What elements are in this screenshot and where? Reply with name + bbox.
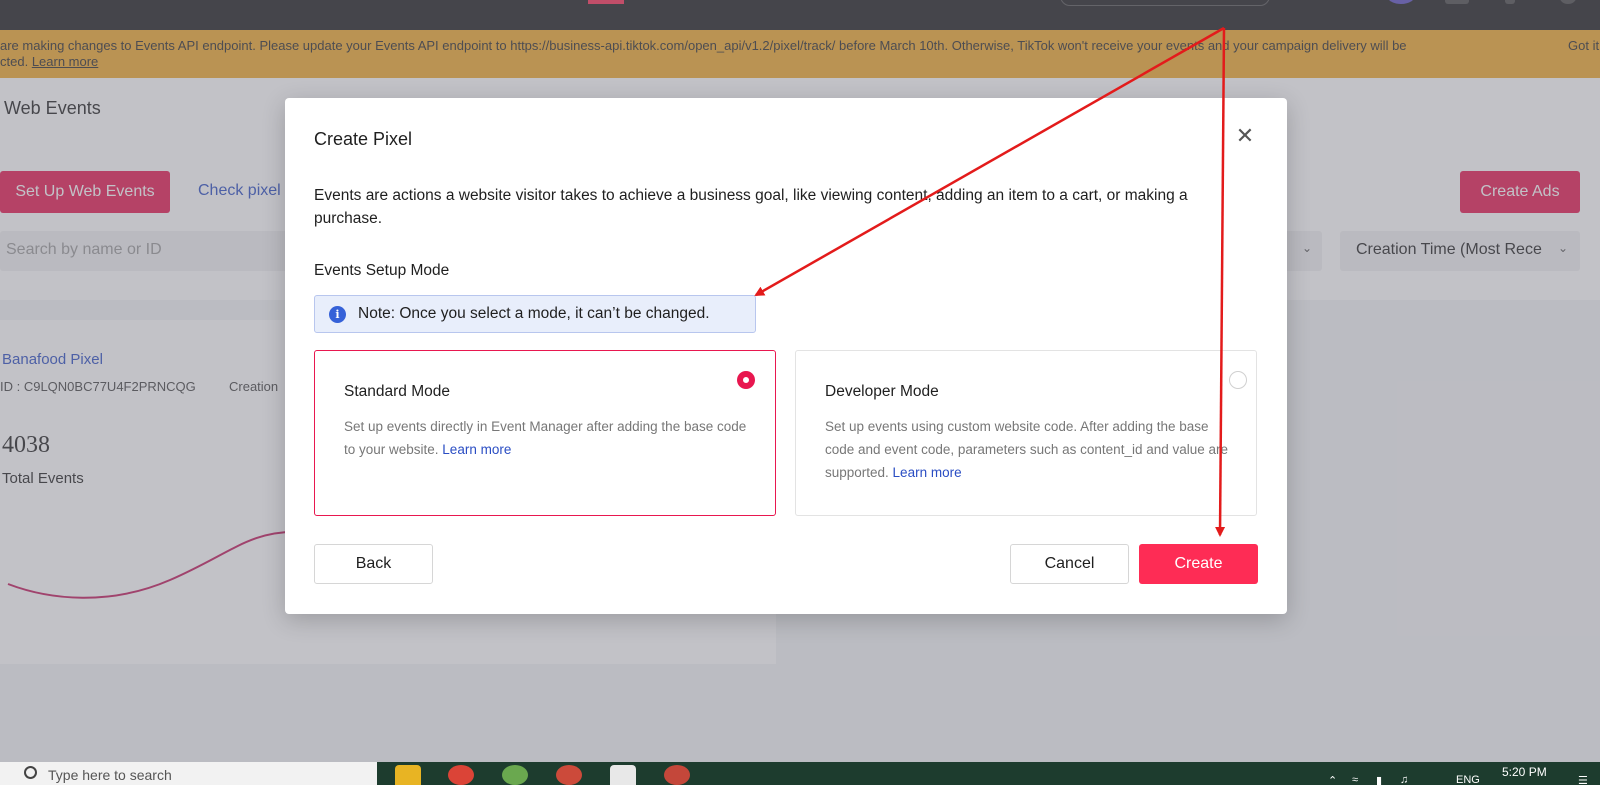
- search-icon: [24, 766, 37, 779]
- developer-mode-description: Set up events using custom website code.…: [825, 419, 1229, 480]
- mode-note-text: Note: Once you select a mode, it can’t b…: [358, 305, 710, 322]
- developer-mode-radio[interactable]: [1229, 371, 1247, 389]
- mode-note: i Note: Once you select a mode, it can’t…: [314, 295, 756, 333]
- taskbar-search-input[interactable]: Type here to search: [0, 762, 377, 785]
- cancel-button[interactable]: Cancel: [1010, 544, 1129, 584]
- create-pixel-modal: Create Pixel ✕ Events are actions a webs…: [285, 98, 1287, 614]
- battery-icon[interactable]: ▮: [1376, 774, 1382, 785]
- setup-mode-label: Events Setup Mode: [314, 262, 450, 279]
- info-icon: i: [329, 305, 346, 323]
- standard-mode-learn-more-link[interactable]: Learn more: [442, 442, 511, 457]
- notifications-icon[interactable]: ☰: [1578, 774, 1588, 785]
- zalo-icon[interactable]: [610, 765, 636, 785]
- chrome-active-icon[interactable]: [556, 765, 582, 785]
- media-app-icon[interactable]: [664, 765, 690, 785]
- volume-icon[interactable]: ♫: [1400, 774, 1408, 785]
- create-button[interactable]: Create: [1139, 544, 1258, 584]
- standard-mode-description: Set up events directly in Event Manager …: [344, 419, 747, 457]
- file-explorer-icon[interactable]: [395, 765, 421, 785]
- wifi-icon[interactable]: ≈: [1352, 774, 1358, 785]
- language-indicator[interactable]: ENG: [1456, 774, 1480, 785]
- chrome-icon[interactable]: [448, 765, 474, 785]
- modal-title: Create Pixel: [314, 129, 413, 149]
- close-icon[interactable]: ✕: [1235, 125, 1255, 147]
- standard-mode-card[interactable]: Standard Mode Set up events directly in …: [314, 350, 776, 516]
- modal-description: Events are actions a website visitor tak…: [314, 187, 1188, 227]
- developer-mode-card[interactable]: Developer Mode Set up events using custo…: [795, 350, 1257, 516]
- developer-mode-title: Developer Mode: [825, 383, 939, 400]
- standard-mode-title: Standard Mode: [344, 383, 450, 400]
- clock[interactable]: 5:20 PM: [1502, 765, 1547, 779]
- back-button[interactable]: Back: [314, 544, 433, 584]
- tray-chevron-icon[interactable]: ⌃: [1328, 774, 1337, 785]
- windows-taskbar: Type here to search ⌃ ≈ ▮ ♫ ENG 5:20 PM …: [0, 762, 1600, 785]
- app-icon[interactable]: [502, 765, 528, 785]
- standard-mode-radio[interactable]: [737, 371, 755, 389]
- developer-mode-learn-more-link[interactable]: Learn more: [893, 465, 962, 480]
